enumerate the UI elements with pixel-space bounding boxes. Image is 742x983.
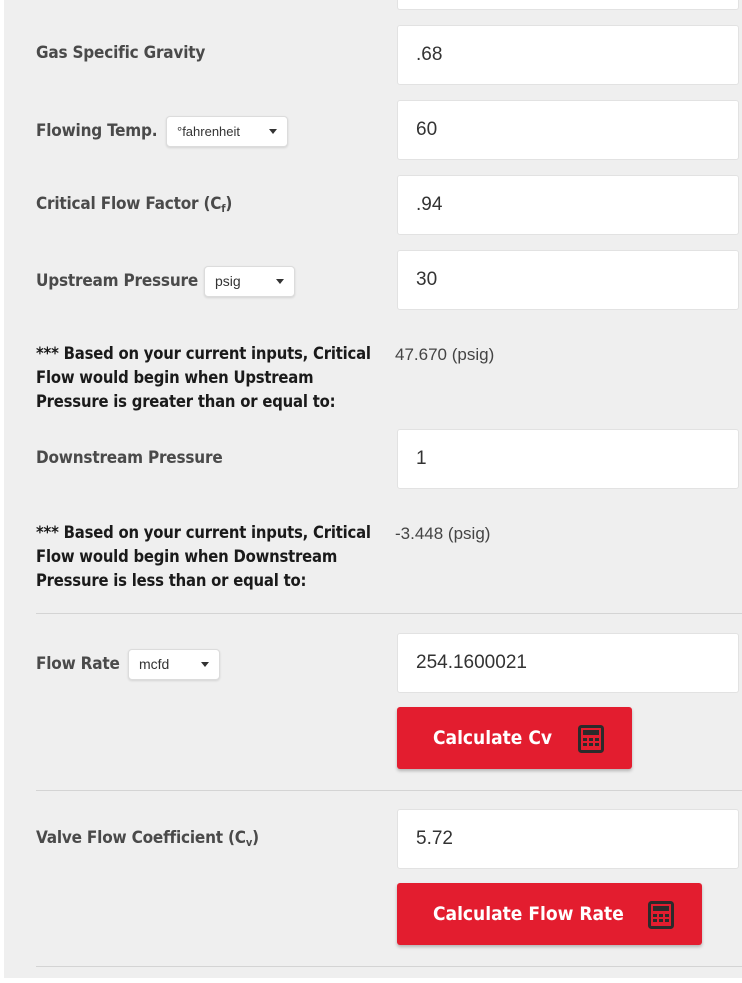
calculator-panel: Gas Specific Gravity Flowing Temp. °fahr…: [4, 0, 742, 978]
calculate-cv-button[interactable]: Calculate Cv: [397, 707, 632, 769]
upstream-critical-flow-note: *** Based on your current inputs, Critic…: [36, 344, 371, 411]
upstream-pressure-input[interactable]: [397, 250, 739, 310]
critical-flow-factor-label: Critical Flow Factor (Cf): [36, 194, 233, 215]
downstream-pressure-label: Downstream Pressure: [36, 448, 223, 468]
calculate-flow-rate-button[interactable]: Calculate Flow Rate: [397, 883, 702, 945]
valve-flow-coefficient-label: Valve Flow Coefficient (Cv): [36, 828, 259, 849]
calculator-icon: [578, 725, 604, 753]
chevron-down-icon: [201, 662, 209, 667]
calculate-flow-rate-label: Calculate Flow Rate: [433, 903, 624, 925]
critical-flow-factor-input[interactable]: [397, 175, 739, 235]
flow-rate-unit-value: mcfd: [139, 656, 170, 672]
flowing-temp-label: Flowing Temp.: [36, 121, 158, 141]
previous-input-field[interactable]: [397, 0, 739, 10]
upstream-pressure-label: Upstream Pressure: [36, 271, 199, 291]
chevron-down-icon: [276, 279, 284, 284]
calculator-icon: [648, 901, 674, 929]
calculate-cv-label: Calculate Cv: [433, 727, 553, 749]
flowing-temp-input[interactable]: [397, 100, 739, 160]
section-divider: [36, 613, 742, 614]
section-divider: [36, 790, 742, 791]
temperature-unit-value: °fahrenheit: [177, 124, 241, 139]
downstream-critical-pressure-value: -3.448 (psig): [395, 524, 491, 543]
valve-flow-coefficient-input[interactable]: [397, 809, 739, 869]
upstream-pressure-unit-value: psig: [215, 273, 241, 289]
chevron-down-icon: [269, 129, 277, 134]
gas-specific-gravity-input[interactable]: [397, 25, 739, 85]
downstream-pressure-input[interactable]: [397, 429, 739, 489]
upstream-critical-pressure-value: 47.670 (psig): [395, 345, 495, 364]
flow-rate-unit-select[interactable]: mcfd: [128, 649, 220, 680]
flow-rate-input[interactable]: [397, 633, 739, 693]
section-divider: [36, 966, 742, 967]
temperature-unit-select[interactable]: °fahrenheit: [166, 116, 288, 147]
flow-rate-label: Flow Rate: [36, 654, 120, 674]
downstream-critical-flow-note: *** Based on your current inputs, Critic…: [36, 523, 371, 590]
upstream-pressure-unit-select[interactable]: psig: [204, 266, 295, 297]
gas-specific-gravity-label: Gas Specific Gravity: [36, 43, 206, 63]
